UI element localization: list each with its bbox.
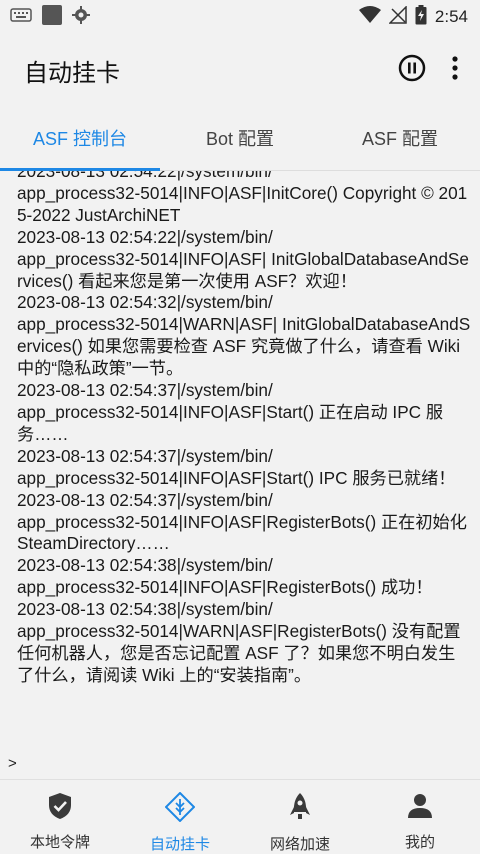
log-line: app_process32-5014|INFO|ASF|Start() IPC … xyxy=(17,467,456,488)
log-line: 2023-08-13 02:54:22|/system/bin/ xyxy=(17,226,273,247)
log-line: app_process32-5014|WARN|ASF|RegisterBots… xyxy=(17,621,461,685)
log-line: app_process32-5014|INFO|ASF|Start() 正在启动… xyxy=(17,401,444,444)
console-prompt[interactable]: > xyxy=(8,755,17,772)
nav-item-me[interactable]: 我的 xyxy=(360,780,480,854)
clock: 2:54 xyxy=(434,7,468,26)
log-line: app_process32-5014|INFO|ASF|RegisterBots… xyxy=(17,577,433,598)
person-icon xyxy=(407,792,433,825)
app-square-icon xyxy=(42,4,62,30)
log-line: app_process32-5014|INFO|ASF|RegisterBots… xyxy=(17,511,467,554)
pause-button[interactable] xyxy=(398,54,426,87)
nav-label: 网络加速 xyxy=(269,836,330,853)
nav-label: 自动挂卡 xyxy=(149,836,210,853)
console-text: 2023-08-13 02:54:22|/system/bin/app_proc… xyxy=(17,171,472,687)
log-line: app_process32-5014|INFO|ASF| InitGlobalD… xyxy=(17,248,469,291)
settings-notification-icon xyxy=(72,5,90,29)
tab-bar: ASF 控制台 Bot 配置 ASF 配置 xyxy=(0,106,480,171)
log-line: 2023-08-13 02:54:32|/system/bin/ xyxy=(17,292,273,313)
no-signal-icon xyxy=(388,4,407,29)
bottom-navigation: 本地令牌 自动挂卡 网络加速 我的 xyxy=(0,779,480,854)
battery-charging-icon xyxy=(415,4,427,30)
nav-item-network-accel[interactable]: 网络加速 xyxy=(240,780,360,854)
tab-asf-console[interactable]: ASF 控制台 xyxy=(0,106,160,171)
console-log[interactable]: 2023-08-13 02:54:22|/system/bin/app_proc… xyxy=(0,171,480,751)
log-line: 2023-08-13 02:54:37|/system/bin/ xyxy=(17,380,273,401)
log-line: 2023-08-13 02:54:37|/system/bin/ xyxy=(17,489,273,510)
log-line: 2023-08-13 02:54:38|/system/bin/ xyxy=(17,599,273,620)
page-title: 自动挂卡 xyxy=(24,59,120,87)
nav-label: 我的 xyxy=(404,834,435,851)
status-bar: 2:54 xyxy=(0,0,480,34)
log-line: 2023-08-13 02:54:22|/system/bin/ xyxy=(17,171,273,181)
log-line: app_process32-5014|WARN|ASF| InitGlobalD… xyxy=(17,314,471,379)
tab-bot-config[interactable]: Bot 配置 xyxy=(160,106,320,170)
card-farm-icon xyxy=(164,791,196,827)
app-bar: 自动挂卡 xyxy=(0,34,480,106)
nav-item-local-token[interactable]: 本地令牌 xyxy=(0,780,120,854)
log-line: 2023-08-13 02:54:38|/system/bin/ xyxy=(17,555,273,576)
log-line: app_process32-5014|INFO|ASF|InitCore() C… xyxy=(17,182,468,225)
shield-check-icon xyxy=(47,792,73,825)
rocket-icon xyxy=(289,792,311,827)
nav-label: 本地令牌 xyxy=(29,834,90,851)
keyboard-icon xyxy=(10,7,32,27)
nav-item-auto-farm[interactable]: 自动挂卡 xyxy=(120,780,240,854)
log-line: 2023-08-13 02:54:37|/system/bin/ xyxy=(17,445,273,466)
wifi-icon xyxy=(358,5,381,29)
more-menu-icon[interactable] xyxy=(452,55,458,85)
tab-asf-config[interactable]: ASF 配置 xyxy=(320,106,480,170)
